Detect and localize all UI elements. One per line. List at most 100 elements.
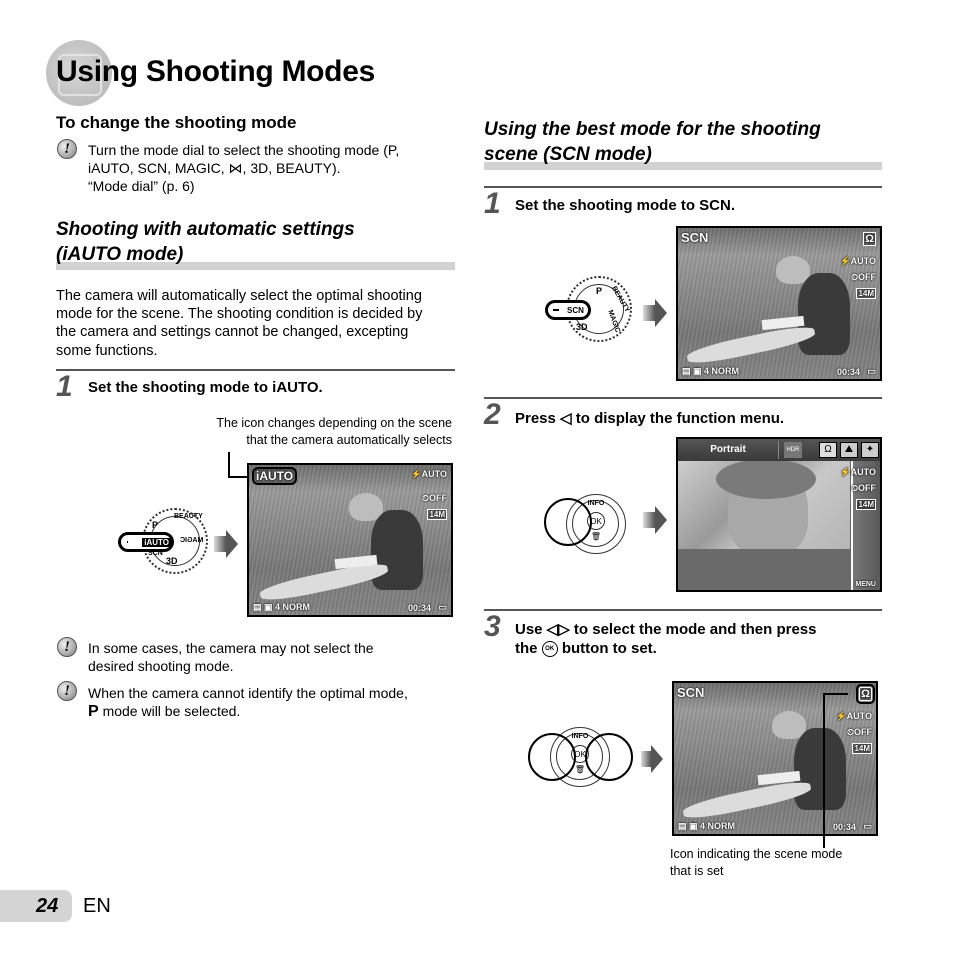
caution-icon: ! (57, 139, 77, 159)
record-time: 00:34 (407, 603, 431, 613)
step-instruction: Set the shooting mode to iAUTO. (88, 379, 323, 396)
self-timer-icon: ⏲OFF (850, 272, 876, 282)
side-panel (851, 461, 880, 590)
callout-line2: that is set (670, 864, 724, 878)
dial-label-3d: 3D (576, 322, 588, 332)
callout-line1: Icon indicating the scene mode (670, 847, 843, 861)
scn-heading-line2: scene (SCN mode) (484, 144, 652, 165)
step-instruction: Set the shooting mode to SCN. (515, 197, 735, 214)
arrow-icon (643, 305, 655, 321)
image-size-icon: 14M (427, 509, 447, 520)
callout-connector (228, 452, 230, 477)
ok-button-icon: OK (541, 641, 558, 658)
arrow-icon (641, 751, 651, 767)
step-number: 3 (484, 610, 501, 643)
dial-label-3d: 3D (166, 556, 178, 566)
note2-line2: P mode will be selected. (88, 703, 241, 720)
step-divider (484, 397, 882, 399)
callout-line2: that the camera automatically selects (246, 433, 452, 447)
image-size-icon: 14M (856, 288, 876, 299)
left-button-highlight[interactable] (528, 733, 576, 781)
flash-icon: ⚡AUTO (839, 256, 876, 266)
dial-selected-indicator: SCN (545, 300, 591, 320)
self-timer-icon: ⏲OFF (850, 483, 876, 493)
scene-portrait-icon: Ω (856, 684, 875, 704)
image-size-icon: 14M (852, 743, 872, 754)
note1-line2: desired shooting mode. (88, 658, 234, 674)
iauto-body-line3: the camera and settings cannot be change… (56, 324, 409, 340)
step-divider (56, 369, 455, 371)
iauto-callout: The icon changes depending on the scene … (160, 415, 452, 449)
portrait-scene-icon[interactable]: Ω (819, 442, 837, 458)
dial-selected-indicator: iAUTO (118, 532, 174, 552)
self-timer-icon: ⏲OFF (846, 727, 872, 737)
callout-connector (823, 693, 848, 695)
scn-heading-line1: Using the best mode for the shooting (484, 119, 821, 140)
dial-label-p: P (152, 520, 159, 530)
right-button-highlight[interactable] (585, 733, 633, 781)
callout-line1: The icon changes depending on the scene (216, 416, 452, 430)
battery-icon: ▭ (867, 366, 876, 376)
arrow-icon (214, 536, 226, 552)
battery-icon: ▭ (438, 602, 447, 612)
mode-icon-scn: SCN (681, 230, 709, 245)
mode-icon-scn: SCN (677, 685, 705, 700)
dial-label-beauty: BEAUTY (174, 513, 203, 520)
storage-info: ▤ ▣ 4 NORM (253, 602, 311, 612)
change-mode-note-line2: iAUTO, SCN, MAGIC, ⋈, 3D, BEAUTY). (88, 160, 341, 176)
night-scene-icon[interactable]: ✦ (861, 442, 879, 458)
record-time: 00:34 (832, 822, 856, 832)
flash-icon: ⚡AUTO (835, 711, 872, 721)
dial-label-magic: MAGIC (180, 537, 204, 544)
change-mode-note-line1: Turn the mode dial to select the shootin… (88, 142, 400, 158)
arrow-right-icon (226, 530, 238, 558)
flash-icon: ⚡AUTO (839, 467, 876, 477)
scene-icon-callout: Icon indicating the scene mode that is s… (670, 846, 842, 880)
step-number: 2 (484, 398, 501, 431)
step-instruction: Press ◁ to display the function menu. (515, 410, 785, 427)
caution-icon: ! (57, 681, 77, 701)
callout-connector (823, 693, 825, 848)
storage-info: ▤ ▣ 4 NORM (678, 821, 736, 831)
camera-screen-scn-set: SCN Ω ⚡AUTO ⏲OFF 14M ▤ ▣ 4 NORM 00:34 ▭ (672, 681, 878, 836)
language-label: EN (83, 895, 111, 917)
arrow-right-icon (655, 506, 667, 534)
step-divider (484, 186, 882, 188)
page-number: 24 (36, 895, 59, 917)
iauto-body-line2: mode for the scene. The shooting conditi… (56, 306, 423, 322)
iauto-body-line1: The camera will automatically select the… (56, 288, 422, 304)
change-mode-heading: To change the shooting mode (56, 113, 297, 132)
step-number: 1 (56, 370, 73, 403)
iauto-heading-line1: Shooting with automatic settings (56, 219, 355, 240)
camera-screen-scn: SCN Ω ⚡AUTO ⏲OFF 14M ▤ ▣ 4 NORM 00:34 ▭ (676, 226, 882, 381)
page-title: Using Shooting Modes (56, 55, 375, 88)
menu-label: MENU (855, 581, 876, 588)
battery-icon: ▭ (863, 821, 872, 831)
mode-icon-iauto: iAUTO (252, 467, 298, 485)
arrow-icon (643, 512, 655, 528)
camera-screen-function-menu: Portrait HDR Ω ⛰ ✦ ⚡AUTO ⏲OFF 14M MENU (676, 437, 882, 592)
landscape-scene-icon[interactable]: ⛰ (840, 442, 858, 458)
step-instruction-line1: Use ◁▷ to select the mode and then press (515, 621, 817, 638)
hdr-backlight-icon[interactable]: HDR (784, 442, 802, 458)
camera-screen-iauto: iAUTO ⚡AUTO ⏲OFF 14M ▤ ▣ 4 NORM 00:34 ▭ (247, 463, 453, 617)
arrow-right-icon (655, 299, 667, 327)
step-instruction-line2: the OK button to set. (515, 640, 657, 658)
left-button-highlight[interactable] (544, 498, 592, 546)
arrow-right-icon (651, 745, 663, 773)
flash-icon: ⚡AUTO (410, 469, 447, 479)
scene-mode-label: Portrait (710, 444, 746, 455)
dial-selected-mode: iAUTO (142, 537, 171, 547)
caution-icon: ! (57, 637, 77, 657)
note2-line1: When the camera cannot identify the opti… (88, 685, 408, 701)
step-divider (484, 609, 882, 611)
mode-dial-reference: “Mode dial” (p. 6) (88, 178, 195, 194)
iauto-body-line4: some functions. (56, 343, 158, 359)
step-number: 1 (484, 187, 501, 220)
dial-label-p: P (596, 286, 603, 296)
portrait-photo (678, 459, 850, 557)
record-time: 00:34 (836, 367, 860, 377)
dial-selected-mode: SCN (567, 305, 584, 315)
image-size-icon: 14M (856, 499, 876, 510)
iauto-heading-line2: (iAUTO mode) (56, 244, 184, 265)
